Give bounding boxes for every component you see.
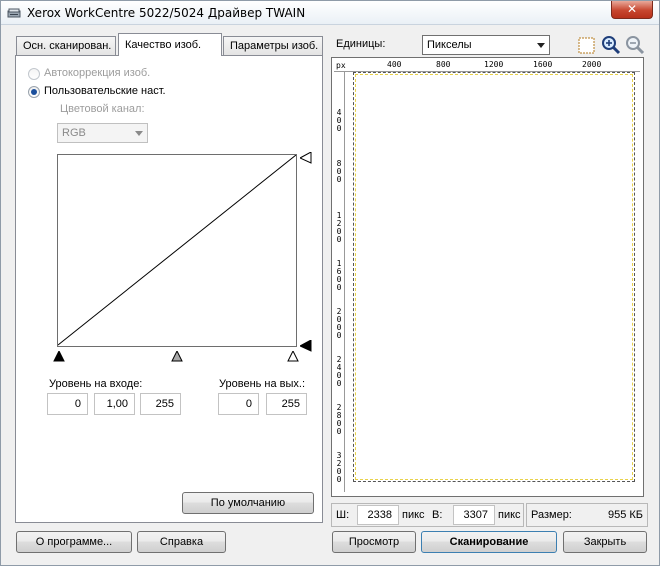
input-gamma-handle-icon[interactable]: [171, 351, 183, 362]
zoom-in-icon[interactable]: [601, 35, 621, 55]
height-label: В:: [432, 509, 443, 521]
custom-settings-radio[interactable]: [28, 86, 40, 98]
preview-button[interactable]: Просмотр: [332, 531, 416, 553]
about-button[interactable]: О программе...: [16, 531, 132, 553]
ruler-tick: 1200: [336, 211, 342, 244]
tab-image-options[interactable]: Параметры изоб.: [223, 36, 323, 55]
auto-correction-label: Автокоррекция изоб.: [44, 67, 151, 79]
tab-label: Осн. сканирован.: [23, 40, 112, 52]
ruler-tick: 1200: [484, 60, 504, 69]
height-field[interactable]: 3307: [453, 505, 495, 525]
input-level-gamma-field[interactable]: 1,00: [94, 393, 135, 415]
close-icon: ✕: [626, 2, 638, 16]
width-field[interactable]: 2338: [357, 505, 399, 525]
preview-area[interactable]: px 400 800 1200 1600 2000 400 800 1200 1…: [331, 57, 644, 497]
twain-window: Xerox WorkCentre 5022/5024 Драйвер TWAIN…: [0, 0, 660, 566]
scan-button[interactable]: Сканирование: [421, 531, 557, 553]
chevron-down-icon: [135, 131, 143, 136]
close-window-button[interactable]: ✕: [611, 1, 653, 19]
input-white-handle-icon[interactable]: [287, 351, 299, 362]
output-level-min-field[interactable]: 0: [218, 393, 259, 415]
units-select[interactable]: Пикселы: [422, 35, 550, 55]
scanner-app-icon: [7, 8, 21, 18]
chevron-down-icon: [537, 43, 545, 48]
units-label: Единицы:: [336, 38, 386, 50]
ruler-tick: 1600: [533, 60, 553, 69]
input-level-min-field[interactable]: 0: [47, 393, 88, 415]
custom-settings-label: Пользовательские наст.: [44, 85, 166, 97]
ruler-tick: 800: [436, 60, 451, 69]
dimensions-bar: Ш: 2338 пикс В: 3307 пикс: [331, 503, 524, 527]
ruler-tick: 2800: [336, 403, 342, 436]
ruler-tick: 2000: [582, 60, 602, 69]
input-black-handle-icon[interactable]: [53, 351, 65, 362]
tab-image-quality[interactable]: Качество изоб.: [118, 33, 222, 56]
color-channel-select[interactable]: RGB: [57, 123, 148, 143]
default-settings-button[interactable]: По умолчанию: [182, 492, 314, 514]
ruler-unit-label: px: [336, 61, 346, 70]
top-ruler: px 400 800 1200 1600 2000: [334, 60, 640, 72]
ruler-tick: 2400: [336, 355, 342, 388]
auto-correction-radio[interactable]: [28, 68, 40, 80]
tone-curve-graph[interactable]: [57, 154, 297, 347]
size-value: 955 КБ: [607, 509, 643, 521]
tab-label: Качество изоб.: [125, 39, 202, 51]
ruler-tick: 800: [336, 159, 342, 184]
title-bar[interactable]: Xerox WorkCentre 5022/5024 Драйвер TWAIN…: [1, 1, 659, 25]
tab-label: Параметры изоб.: [230, 40, 319, 52]
ruler-tick: 400: [336, 108, 342, 133]
units-value: Пикселы: [427, 39, 472, 51]
color-channel-value: RGB: [62, 127, 86, 139]
ruler-tick: 1600: [336, 259, 342, 292]
close-button[interactable]: Закрыть: [563, 531, 647, 553]
output-black-handle-icon[interactable]: [300, 340, 312, 352]
window-title: Xerox WorkCentre 5022/5024 Драйвер TWAIN: [27, 6, 306, 20]
ruler-tick: 400: [387, 60, 402, 69]
image-quality-panel: Автокоррекция изоб. Пользовательские нас…: [15, 55, 323, 523]
output-level-label: Уровень на вых.:: [219, 378, 306, 390]
select-area-icon[interactable]: [577, 36, 597, 56]
help-button[interactable]: Справка: [137, 531, 226, 553]
zoom-out-icon[interactable]: [625, 35, 645, 55]
file-size-bar: Размер: 955 КБ: [526, 503, 648, 527]
input-level-max-field[interactable]: 255: [140, 393, 181, 415]
width-label: Ш:: [336, 509, 350, 521]
output-white-handle-icon[interactable]: [300, 152, 312, 164]
tab-basic-scan[interactable]: Осн. сканирован.: [16, 36, 116, 55]
tone-curve-line: [58, 155, 296, 346]
color-channel-label: Цветовой канал:: [60, 103, 145, 115]
left-ruler: 400 800 1200 1600 2000 2400 2800 3200: [334, 72, 345, 492]
size-label: Размер:: [531, 509, 572, 521]
height-unit: пикс: [498, 509, 521, 521]
ruler-tick: 2000: [336, 307, 342, 340]
input-level-label: Уровень на входе:: [49, 378, 143, 390]
width-unit: пикс: [402, 509, 425, 521]
ruler-tick: 3200: [336, 451, 342, 484]
output-level-max-field[interactable]: 255: [266, 393, 307, 415]
scan-area-selection[interactable]: [353, 72, 635, 482]
